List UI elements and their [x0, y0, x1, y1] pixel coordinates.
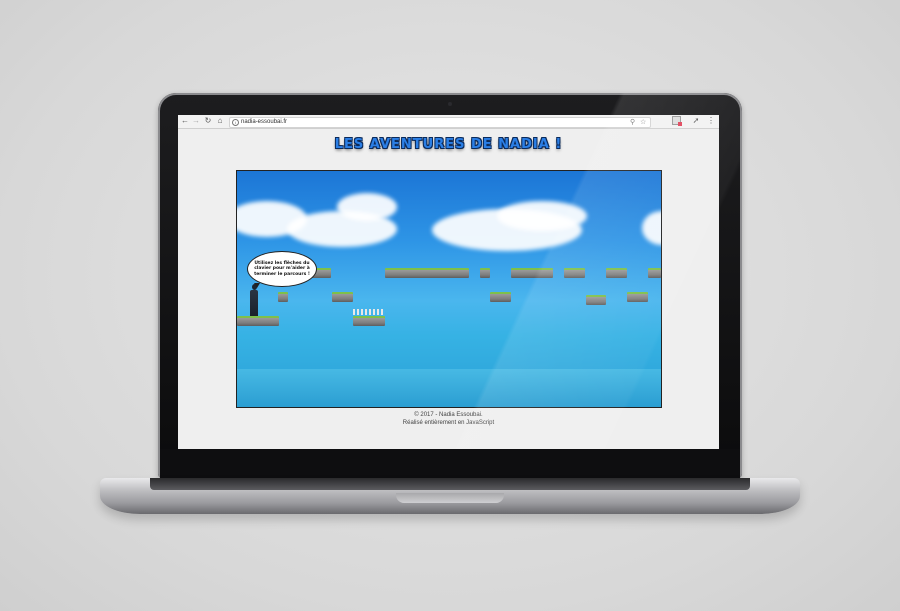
- extension-icon[interactable]: ➚: [691, 116, 701, 126]
- platform: [564, 268, 585, 278]
- platform: [648, 268, 661, 278]
- platform: [606, 268, 627, 278]
- footer-credits: Réalisé entièrement en JavaScript: [402, 420, 495, 426]
- game-canvas[interactable]: Utilisez les flèches du clavier pour m'a…: [236, 170, 662, 408]
- forward-arrow-icon[interactable]: →: [191, 116, 201, 126]
- speech-bubble-tail: [254, 283, 260, 288]
- home-icon[interactable]: ⌂: [215, 116, 225, 126]
- platform: [586, 295, 606, 305]
- webcam: [448, 102, 452, 106]
- platform: [627, 292, 648, 302]
- cloud: [337, 193, 397, 221]
- platform: [385, 268, 469, 278]
- platform: [332, 292, 353, 302]
- laptop-mockup-scene: ← → ↻ ⌂ i nadia-essoubai.fr ⚲ ☆ ➚ ⋮ LES …: [0, 0, 900, 611]
- platform: [237, 316, 279, 326]
- bookmark-star-icon[interactable]: ☆: [640, 118, 646, 127]
- platform: [480, 268, 490, 278]
- platform: [490, 292, 511, 302]
- laptop-screen: ← → ↻ ⌂ i nadia-essoubai.fr ⚲ ☆ ➚ ⋮ LES …: [178, 115, 719, 449]
- url-text: nadia-essoubai.fr: [241, 119, 288, 125]
- footer-copyright: © 2017 - Nadia Essoubai.: [414, 412, 483, 418]
- page-title: LES AVENTURES DE NADIA !: [334, 137, 563, 152]
- page-footer: © 2017 - Nadia Essoubai. Réalisé entière…: [178, 411, 719, 427]
- address-bar[interactable]: i nadia-essoubai.fr ⚲ ☆: [229, 117, 651, 128]
- extension-icon[interactable]: [671, 116, 682, 126]
- laptop-lid-notch: [396, 493, 504, 503]
- menu-icon[interactable]: ⋮: [706, 116, 716, 126]
- back-arrow-icon[interactable]: ←: [180, 116, 190, 126]
- speech-bubble: Utilisez les flèches du clavier pour m'a…: [247, 251, 317, 287]
- player-body: [250, 290, 258, 316]
- platform: [278, 292, 288, 302]
- reload-icon[interactable]: ↻: [203, 116, 213, 126]
- laptop-hinge: [150, 478, 750, 490]
- sea: [237, 369, 661, 407]
- speech-bubble-text: Utilisez les flèches du clavier pour m'a…: [254, 260, 310, 277]
- spike-trap: [353, 309, 385, 315]
- player-character: [250, 284, 258, 316]
- cloud: [642, 211, 661, 245]
- site-info-icon[interactable]: i: [232, 119, 239, 126]
- zoom-icon[interactable]: ⚲: [630, 118, 635, 127]
- browser-toolbar: ← → ↻ ⌂ i nadia-essoubai.fr ⚲ ☆ ➚ ⋮: [178, 115, 719, 129]
- laptop-bezel-bottom: [160, 449, 740, 478]
- platform: [511, 268, 553, 278]
- cloud: [497, 201, 587, 231]
- platform: [353, 316, 385, 326]
